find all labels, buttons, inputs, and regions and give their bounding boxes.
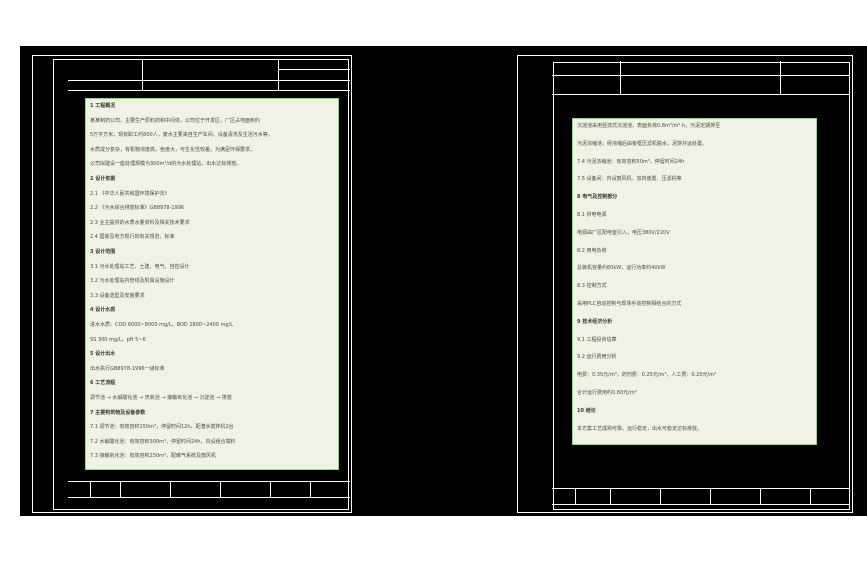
text-line: 某某制药公司，主要生产原料药和中间体，公司位于开发区，厂区占地面积约 [90, 117, 261, 124]
section-heading: 3 设计范围 [90, 249, 116, 255]
text-line: 电源由厂区配电室引入，电压380V/220V [577, 229, 670, 236]
text-line: 8.2 用电负荷 [577, 247, 607, 254]
text-line: 3.1 污水处理站工艺、土建、电气、自控设计 [90, 263, 190, 270]
text-line: 3.2 污水处理站内管线及附属设施设计 [90, 278, 175, 285]
text-line: 本方案工艺成熟可靠，运行稳定，出水可稳定达标排放。 [577, 425, 703, 432]
text-line: 进水水质：COD 6000~8000 mg/L，BOD 1800~2400 mg… [90, 322, 234, 328]
text-line: 2.2 《污水综合排放标准》GB8978-1996 [90, 205, 185, 212]
text-line: 8.1 供电电源 [577, 212, 607, 218]
section-heading: 9 技术经济分析 [577, 318, 613, 325]
text-line: 公司拟建设一座处理规模为300m³/d的污水处理站，出水达标排放。 [90, 161, 242, 168]
text-line: 7.5 设备间：内设鼓风机、加药装置、压滤机等 [577, 176, 682, 183]
text-line: SS 300 mg/L，pH 5~6 [90, 336, 146, 343]
text-line: 9.2 运行费用分析 [577, 354, 617, 361]
left-document-body: 1 工程概况 某某制药公司，主要生产原料药和中间体，公司位于开发区，厂区占地面积… [85, 98, 339, 470]
text-line: 污泥浓缩池，经浓缩后由板框压滤机脱水，泥饼外运处置。 [577, 140, 708, 147]
text-line: 9.1 工程投资估算 [577, 336, 617, 343]
section-heading: 10 结论 [577, 407, 596, 414]
text-line: 合计运行费用约0.80元/m³ [577, 390, 637, 396]
text-line: 电费：0.35元/m³，药剂费：0.25元/m³，人工费：0.20元/m³ [577, 372, 717, 379]
section-heading: 7 主要构筑物及设备参数 [90, 409, 146, 416]
text-line: 水质成分复杂，有机物浓度高，色度大，可生化性较差。为满足环保要求， [90, 146, 256, 153]
text-line: 2.4 国家及地方现行的有关规范、标准 [90, 234, 175, 241]
text-line: 调节池 → 水解酸化池 → 厌氧池 → 接触氧化池 → 沉淀池 → 排放 [90, 395, 232, 401]
text-line: 2.1 《中华人民共和国环境保护法》 [90, 190, 170, 197]
text-line: 采用PLC自动控制与现场手动控制相结合的方式 [577, 301, 682, 307]
section-heading: 8 电气及控制部分 [577, 194, 618, 201]
text-line: 2.3 业主提供的水质水量资料及相关技术要求 [90, 219, 190, 226]
text-line: 7.2 水解酸化池：有效容积300m³，停留时间24h，内设组合填料 [90, 438, 236, 445]
text-line: 7.3 接触氧化池：有效容积250m³，配曝气系统及鼓风机 [90, 453, 216, 460]
drawing-canvas: 1 工程概况 某某制药公司，主要生产原料药和中间体，公司位于开发区，厂区占地面积… [20, 46, 867, 516]
section-heading: 5 设计出水 [90, 351, 116, 358]
section-heading: 4 设计水质 [90, 307, 116, 314]
text-line: 沉淀池采用竖流式沉淀池，表面负荷0.8m³/m²·h，污泥定期排至 [577, 123, 721, 129]
section-heading: 1 工程概况 [90, 103, 116, 109]
text-line: 5万平方米，现有职工约800人，废水主要来自生产车间、设备清洗及生活污水等， [90, 132, 273, 139]
text-line: 8.3 控制方式 [577, 283, 607, 290]
right-document-body: 沉淀池采用竖流式沉淀池，表面负荷0.8m³/m²·h，污泥定期排至 污泥浓缩池，经… [572, 118, 817, 445]
text-line: 7.1 调节池：有效容积150m³，停留时间12h，配潜水搅拌机2台 [90, 424, 234, 431]
section-heading: 2 设计依据 [90, 176, 116, 182]
text-line: 出水执行GB8978-1996一级标准 [90, 365, 165, 372]
text-line: 3.3 设备选型及安装要求 [90, 292, 145, 299]
text-line: 7.4 污泥浓缩池：有效容积50m³，停留时间24h [577, 158, 685, 165]
text-line: 总装机容量约60kW，运行功率约40kW [577, 265, 666, 272]
section-heading: 6 工艺流程 [90, 380, 116, 387]
